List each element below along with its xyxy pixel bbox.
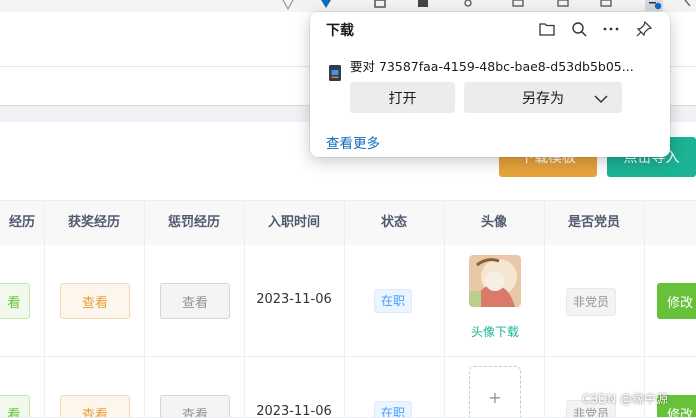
view-experience-button[interactable]: 看 (0, 395, 30, 417)
folder-icon[interactable] (538, 20, 556, 38)
download-popup: 下载 要对 73587faa-4159-48bc-bae8-d53db5b05.… (310, 12, 670, 157)
header-punishment: 惩罚经历 (144, 201, 245, 245)
edit-button[interactable]: 修改 (657, 283, 696, 319)
chevron-down-icon (594, 92, 608, 108)
pin-icon[interactable] (635, 20, 653, 38)
table-row: 看 查看 查看 2023-11-06 在职 头像下载 非党员 修改 (0, 245, 696, 357)
table-header: 经历 获奖经历 惩罚经历 入职时间 状态 头像 是否党员 (0, 200, 696, 246)
avatar[interactable] (469, 255, 521, 307)
view-awards-button[interactable]: 查看 (60, 283, 130, 319)
header-experience: 经历 (0, 201, 45, 245)
view-experience-button[interactable]: 看 (0, 283, 30, 319)
header-status: 状态 (344, 201, 445, 245)
hire-date: 2023-11-06 (256, 404, 332, 418)
view-awards-button[interactable]: 查看 (60, 395, 130, 417)
window-icon[interactable] (512, 0, 526, 10)
search-icon[interactable] (570, 20, 588, 38)
plus-icon: + (488, 387, 502, 407)
header-hire-date: 入职时间 (244, 201, 345, 245)
more-icon[interactable] (602, 20, 620, 38)
header-actions (644, 201, 696, 245)
view-punishment-button[interactable]: 查看 (160, 283, 230, 319)
watermark: CSDN @缘中源 (582, 392, 669, 406)
header-awards: 获奖经历 (44, 201, 145, 245)
downloads-icon[interactable] (645, 0, 663, 11)
save-as-label: 另存为 (522, 90, 564, 107)
party-status-badge: 非党员 (566, 288, 617, 316)
close-icon[interactable] (684, 0, 696, 10)
tabs-icon[interactable] (600, 0, 614, 10)
open-button[interactable]: 打开 (350, 82, 455, 113)
favorites-icon[interactable] (320, 0, 334, 10)
status-badge: 在职 (374, 289, 413, 313)
table-row: 看 查看 查看 2023-11-06 在职 + 非党员 修改 (0, 357, 696, 418)
view-punishment-button[interactable]: 查看 (160, 395, 230, 417)
settings-icon[interactable] (462, 0, 476, 10)
popup-title: 下载 (326, 23, 354, 39)
status-badge: 在职 (374, 401, 413, 417)
avatar-download-link[interactable]: 头像下载 (471, 323, 519, 340)
see-more-link[interactable]: 查看更多 (326, 132, 380, 152)
save-as-button[interactable]: 另存为 (464, 82, 622, 113)
hire-date: 2023-11-06 (256, 292, 332, 307)
file-icon (328, 64, 342, 82)
avatar-upload-box[interactable]: + (469, 366, 521, 417)
employee-table: 经历 获奖经历 惩罚经历 入职时间 状态 头像 是否党员 看 查看 查看 202… (0, 200, 696, 418)
header-party-member: 是否党员 (544, 201, 645, 245)
star-outline-icon[interactable] (282, 0, 296, 10)
app-icon[interactable] (417, 0, 431, 10)
collections-icon[interactable] (557, 0, 571, 10)
header-avatar: 头像 (444, 201, 545, 245)
extension-icon[interactable] (374, 0, 388, 10)
download-file-name: 要对 73587faa-4159-48bc-bae8-d53db5b05... (350, 59, 634, 74)
